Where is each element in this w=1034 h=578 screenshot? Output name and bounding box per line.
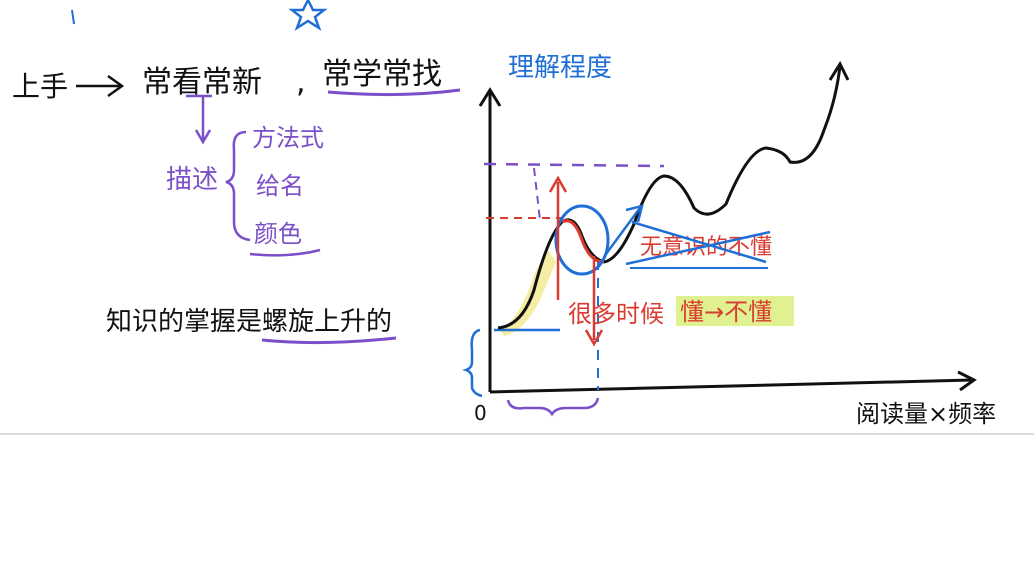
- arrow-down-icon: [186, 94, 212, 145]
- describe-item-3: 颜色: [254, 220, 302, 248]
- spiral-statement: 知识的掌握是螺旋上升的: [106, 307, 392, 337]
- blue-tick-mark: [71, 9, 75, 25]
- x-axis: [489, 370, 977, 394]
- spiral-statement-underline: [261, 336, 397, 345]
- describe-item-3-underline: [249, 248, 321, 257]
- y-axis: [478, 87, 502, 392]
- arrow-right-icon: [76, 74, 125, 98]
- learning-curve: [497, 65, 842, 330]
- purple-x-brace: [506, 397, 600, 417]
- blue-y-brace: [462, 328, 483, 398]
- describe-brace: [225, 130, 251, 242]
- start-label: 上手: [12, 70, 68, 103]
- describe-item-1: 方法式: [252, 124, 324, 152]
- highlight-note: 懂→不懂: [680, 298, 772, 326]
- purple-dashed-top: [483, 162, 665, 168]
- y-axis-label: 理解程度: [508, 53, 612, 83]
- yellow-highlight: [500, 250, 556, 336]
- red-dip-curve: [561, 219, 605, 264]
- star-icon: [288, 0, 328, 32]
- comma-mark: ,: [296, 65, 306, 100]
- reread-note: 很多时候: [568, 300, 664, 328]
- purple-dashed-vertical: [533, 167, 541, 221]
- whiteboard: 上手 常看常新 , 常学常找 描述 方法式 给名 颜色 知识的掌握是螺旋上升的 …: [0, 0, 1034, 435]
- origin-label: 0: [474, 401, 487, 425]
- blue-pointer-arrow: [604, 204, 644, 255]
- describe-item-2: 给名: [256, 172, 304, 200]
- method-2-text: 常学常找: [322, 57, 442, 92]
- x-axis-label: 阅读量×频率: [856, 400, 996, 428]
- describe-label: 描述: [166, 165, 218, 195]
